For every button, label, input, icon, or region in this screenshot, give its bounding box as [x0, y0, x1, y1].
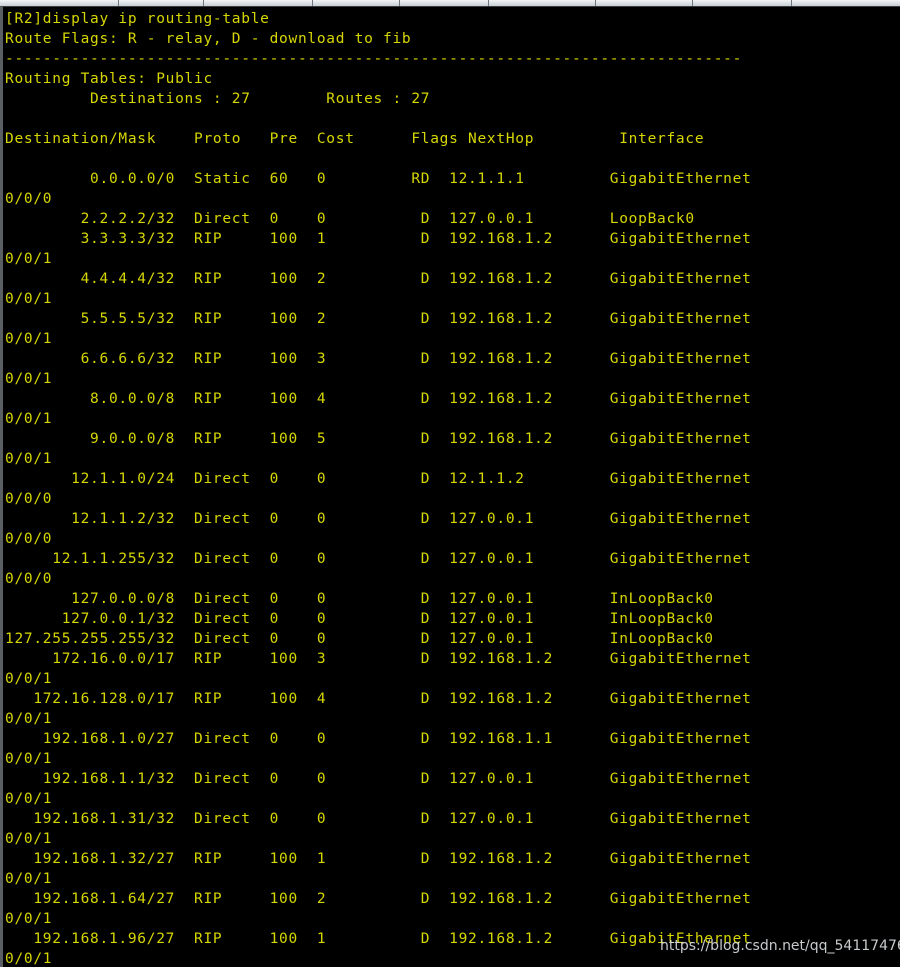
route-row: 192.168.1.0/27 Direct 0 0 D 192.168.1.1 …	[5, 731, 752, 747]
route-row: 192.168.1.64/27 RIP 100 2 D 192.168.1.2 …	[5, 891, 752, 907]
route-row-continuation: 0/0/1	[5, 411, 53, 427]
route-row-continuation: 0/0/1	[5, 671, 53, 687]
route-row: 172.16.128.0/17 RIP 100 4 D 192.168.1.2 …	[5, 691, 752, 707]
route-row-continuation: 0/0/0	[5, 491, 53, 507]
route-row-continuation: 0/0/0	[5, 191, 53, 207]
route-row: 192.168.1.1/32 Direct 0 0 D 127.0.0.1 Gi…	[5, 771, 752, 787]
route-row: 127.255.255.255/32 Direct 0 0 D 127.0.0.…	[5, 631, 714, 647]
routing-table-name: Routing Tables: Public	[5, 71, 213, 87]
route-row: 12.1.1.255/32 Direct 0 0 D 127.0.0.1 Gig…	[5, 551, 752, 567]
route-row: 3.3.3.3/32 RIP 100 1 D 192.168.1.2 Gigab…	[5, 231, 752, 247]
route-row: 6.6.6.6/32 RIP 100 3 D 192.168.1.2 Gigab…	[5, 351, 752, 367]
routing-summary-counts: Destinations : 27 Routes : 27	[5, 91, 431, 107]
route-row: 8.0.0.0/8 RIP 100 4 D 192.168.1.2 Gigabi…	[5, 391, 752, 407]
route-row: 4.4.4.4/32 RIP 100 2 D 192.168.1.2 Gigab…	[5, 271, 752, 287]
route-row: 127.0.0.0/8 Direct 0 0 D 127.0.0.1 InLoo…	[5, 591, 714, 607]
route-row: 12.1.1.0/24 Direct 0 0 D 12.1.1.2 Gigabi…	[5, 471, 752, 487]
route-row-continuation: 0/0/1	[5, 831, 53, 847]
route-row: 12.1.1.2/32 Direct 0 0 D 127.0.0.1 Gigab…	[5, 511, 752, 527]
route-table-header: Destination/Mask Proto Pre Cost Flags Ne…	[5, 131, 705, 147]
command-prompt-line: [R2]display ip routing-table	[5, 11, 270, 27]
route-row: 2.2.2.2/32 Direct 0 0 D 127.0.0.1 LoopBa…	[5, 211, 695, 227]
route-row-continuation: 0/0/1	[5, 451, 53, 467]
route-row-continuation: 0/0/1	[5, 371, 53, 387]
route-row-continuation: 0/0/1	[5, 791, 53, 807]
separator-rule: ----------------------------------------…	[5, 51, 743, 67]
terminal-window[interactable]: [R2]display ip routing-table Route Flags:…	[0, 6, 900, 967]
route-row-continuation: 0/0/1	[5, 911, 53, 927]
route-row-continuation: 0/0/1	[5, 251, 53, 267]
route-row-continuation: 0/0/1	[5, 751, 53, 767]
route-row-continuation: 0/0/0	[5, 571, 53, 587]
route-row: 5.5.5.5/32 RIP 100 2 D 192.168.1.2 Gigab…	[5, 311, 752, 327]
route-row: 172.16.0.0/17 RIP 100 3 D 192.168.1.2 Gi…	[5, 651, 752, 667]
blog-watermark: https://blog.csdn.net/qq_54117476	[660, 938, 900, 954]
route-row: 9.0.0.0/8 RIP 100 5 D 192.168.1.2 Gigabi…	[5, 431, 752, 447]
route-row: 0.0.0.0/0 Static 60 0 RD 12.1.1.1 Gigabi…	[5, 171, 752, 187]
route-row: 192.168.1.32/27 RIP 100 1 D 192.168.1.2 …	[5, 851, 752, 867]
terminal-output-area: [R2]display ip routing-table Route Flags:…	[5, 9, 895, 967]
route-row: 192.168.1.31/32 Direct 0 0 D 127.0.0.1 G…	[5, 811, 752, 827]
route-row: 127.0.0.1/32 Direct 0 0 D 127.0.0.1 InLo…	[5, 611, 714, 627]
route-row-continuation: 0/0/0	[5, 531, 53, 547]
route-row-continuation: 0/0/1	[5, 331, 53, 347]
route-row-continuation: 0/0/1	[5, 711, 53, 727]
route-flags-legend: Route Flags: R - relay, D - download to …	[5, 31, 412, 47]
route-row-continuation: 0/0/1	[5, 291, 53, 307]
route-row-continuation: 0/0/1	[5, 871, 53, 887]
